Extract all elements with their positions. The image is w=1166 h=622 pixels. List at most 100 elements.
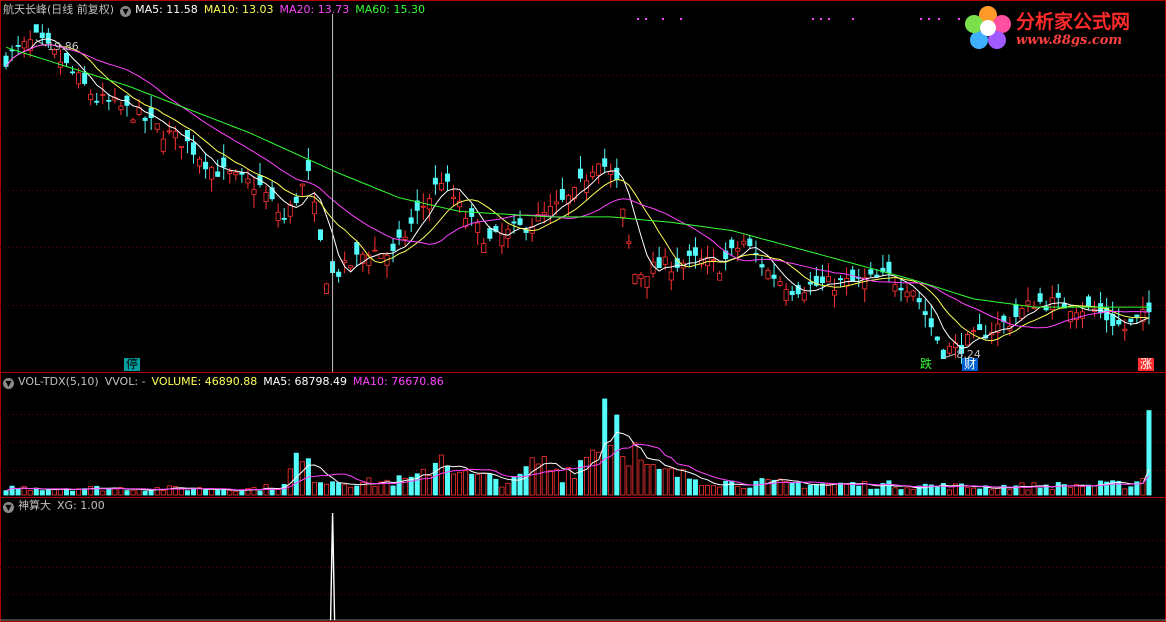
logo-title: 分析家公式网 <box>1016 11 1131 33</box>
volume-bar <box>813 483 819 496</box>
volume-bar <box>717 486 723 496</box>
volume-bar <box>971 487 977 496</box>
volume-bar <box>233 491 239 496</box>
volume-bar <box>94 485 100 496</box>
volume-bar <box>396 475 402 496</box>
volume-bar <box>1019 482 1025 496</box>
candle-body <box>590 171 596 177</box>
volume-bar <box>910 488 916 496</box>
volume-bar <box>70 490 76 496</box>
volume-bar <box>1037 487 1043 496</box>
volume-bar <box>795 482 801 496</box>
vol-ma5-line <box>5 431 1150 492</box>
volume-bar <box>493 478 499 496</box>
candle-body <box>946 345 952 354</box>
xg-title: 神算大 <box>18 499 51 512</box>
candle-body <box>481 243 487 253</box>
candle-body <box>1013 304 1019 317</box>
volume-bar <box>578 460 584 496</box>
candle-body <box>396 229 402 238</box>
volume-bar <box>481 473 487 496</box>
price-panel-header: 航天长峰(日线 前复权) ▼ MA5: 11.58 MA10: 13.03 MA20: … <box>3 3 431 17</box>
volume-bar <box>753 480 759 496</box>
info-marker-dot <box>645 18 647 20</box>
chart-frame <box>0 0 1166 622</box>
candle-body <box>499 233 505 247</box>
candle-body <box>819 276 825 284</box>
volume-bar <box>995 487 1001 496</box>
candle-body <box>263 192 269 202</box>
volume-bar <box>571 478 577 496</box>
volume-bar <box>777 478 783 496</box>
settings-circle-icon[interactable]: ▼ <box>3 502 14 513</box>
info-marker-dot <box>812 18 814 20</box>
volume-bar <box>547 470 553 496</box>
volume-bar <box>614 414 620 496</box>
candle-body <box>626 241 632 244</box>
info-marker-dot <box>828 18 830 20</box>
candle-body <box>172 130 178 139</box>
volume-bar <box>293 452 299 496</box>
info-marker-dot <box>928 18 930 20</box>
volume-bar <box>1067 487 1073 496</box>
info-marker-dot <box>938 18 940 20</box>
volume-bar <box>632 442 638 496</box>
candle-body <box>904 291 910 298</box>
candle-body <box>197 158 203 167</box>
candle-body <box>94 100 100 103</box>
volume-bar <box>190 488 197 496</box>
candle-body <box>777 281 783 286</box>
candle-body <box>1116 320 1122 325</box>
candle-body <box>118 105 124 111</box>
volume-bar <box>541 456 547 496</box>
candle-body <box>765 269 771 280</box>
volume-bar <box>904 487 910 496</box>
volume-bar <box>844 484 850 496</box>
volume-bar <box>789 482 795 496</box>
volume-bar <box>1146 410 1152 496</box>
volume-bar <box>650 464 656 496</box>
ma20-line <box>5 44 1150 329</box>
volume-bar <box>553 468 559 496</box>
volume-bar <box>674 476 680 496</box>
volume-bar <box>463 470 469 496</box>
volume-bar <box>39 490 45 496</box>
candle-body <box>692 247 698 256</box>
ma60-label: MA60: 15.30 <box>355 3 425 16</box>
marker-die: 跌 <box>918 357 935 371</box>
volume-bar <box>203 489 209 496</box>
volume-bar <box>934 486 940 496</box>
candle-body <box>293 196 299 204</box>
candle-body <box>602 158 608 167</box>
volume-bar <box>559 482 565 496</box>
volume-bar <box>590 449 596 496</box>
volume-bar <box>251 487 257 496</box>
candle-body <box>892 284 898 292</box>
settings-circle-icon[interactable]: ▼ <box>120 6 132 17</box>
vol-ma5-label: MA5: 68798.49 <box>263 375 347 388</box>
volume-bar <box>523 466 529 496</box>
candle-body <box>547 206 553 217</box>
volume-bar <box>1007 489 1013 496</box>
settings-circle-icon[interactable]: ▼ <box>3 378 14 389</box>
volume-bar <box>1122 488 1128 496</box>
volume-bar <box>311 481 317 496</box>
volume-bar <box>257 490 263 496</box>
marker-zhang: 涨 <box>1138 357 1155 371</box>
ma10-line <box>5 44 1150 342</box>
volume-bar <box>729 480 735 496</box>
info-marker-dot <box>680 18 682 20</box>
volume-bar <box>487 473 493 496</box>
candle-body <box>638 274 644 279</box>
info-marker-dot <box>637 18 639 20</box>
volume-bar <box>3 490 9 496</box>
volume-panel <box>3 398 1152 496</box>
candle-body <box>342 260 348 264</box>
candle-body <box>15 44 21 47</box>
candle-body <box>239 172 245 175</box>
marker-cai: 财 <box>962 357 979 371</box>
candle-body <box>281 218 287 220</box>
price-panel: 19.868.24 <box>3 14 1152 372</box>
xg-signal-spike <box>329 512 336 621</box>
volume-bar <box>475 474 481 496</box>
